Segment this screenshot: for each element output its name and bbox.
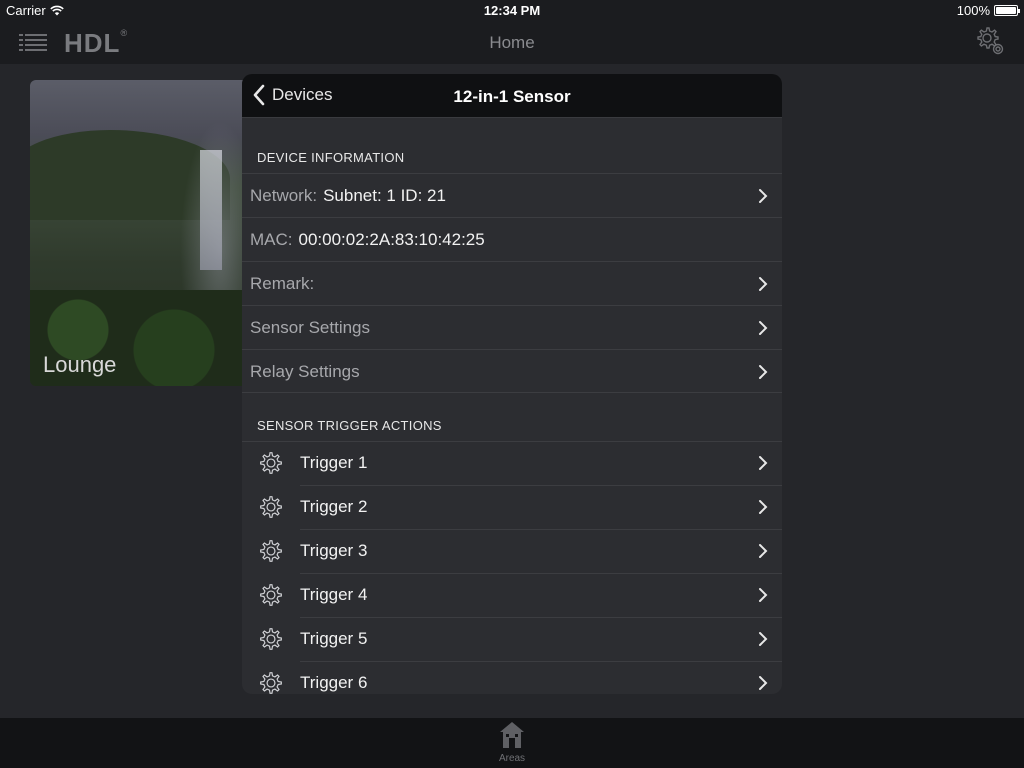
chevron-right-icon [759, 500, 768, 514]
nav-title: Home [489, 33, 535, 52]
section-header-trigger-actions: SENSOR TRIGGER ACTIONS [242, 393, 782, 441]
row-separator [300, 529, 782, 530]
row-separator [300, 661, 782, 662]
room-card-lounge[interactable]: Lounge [30, 80, 270, 386]
trigger-row[interactable]: Trigger 1 [242, 441, 782, 485]
room-image-waterfall [200, 150, 222, 270]
chevron-right-icon [759, 544, 768, 558]
gear-icon [260, 628, 282, 650]
row-separator [300, 485, 782, 486]
network-label-text: Network: [250, 186, 318, 205]
tab-areas-label: Areas [498, 753, 526, 764]
section-header-label: DEVICE INFORMATION [257, 150, 405, 165]
relay-settings-row[interactable]: Relay Settings [242, 349, 782, 393]
chevron-right-icon [759, 365, 768, 379]
trigger-label: Trigger 3 [300, 541, 368, 560]
device-detail-modal: Devices 12-in-1 Sensor DEVICE INFORMATIO… [242, 74, 782, 694]
chevron-right-icon [759, 189, 768, 203]
network-row[interactable]: Network: Subnet: 1 ID: 21 [242, 173, 782, 217]
gear-icon [260, 540, 282, 562]
mac-label-text: MAC: [250, 230, 293, 249]
trigger-list: Trigger 1 Trigger 2 Trigger 3 Trigger 4 Trig… [242, 441, 782, 694]
gear-icon [260, 584, 282, 606]
trigger-row[interactable]: Trigger 3 [242, 529, 782, 573]
settings-gear-icon[interactable] [974, 25, 1006, 57]
trigger-label: Trigger 5 [300, 629, 368, 648]
gear-icon [260, 496, 282, 518]
chevron-right-icon [759, 632, 768, 646]
battery-icon [994, 5, 1020, 16]
trigger-label: Trigger 2 [300, 497, 368, 516]
trigger-label: Trigger 6 [300, 673, 368, 692]
gear-icon [260, 672, 282, 694]
chevron-right-icon [759, 676, 768, 690]
row-separator [300, 617, 782, 618]
gear-icon [260, 452, 282, 474]
row-separator [242, 441, 782, 442]
network-value: Subnet: 1 ID: 21 [323, 186, 446, 205]
network-label: Network: Subnet: 1 ID: 21 [250, 186, 446, 206]
sensor-settings-row[interactable]: Sensor Settings [242, 305, 782, 349]
trigger-label: Trigger 1 [300, 453, 368, 472]
row-separator [300, 573, 782, 574]
chevron-right-icon [759, 321, 768, 335]
modal-title: 12-in-1 Sensor [453, 87, 571, 106]
mac-row: MAC: 00:00:02:2A:83:10:42:25 [242, 217, 782, 261]
remark-label: Remark: [250, 274, 315, 293]
mac-label: MAC: 00:00:02:2A:83:10:42:25 [250, 230, 485, 250]
tab-areas[interactable]: Areas [487, 720, 537, 764]
trigger-row[interactable]: Trigger 6 [242, 661, 782, 694]
room-label: Lounge [43, 352, 117, 377]
trigger-row[interactable]: Trigger 5 [242, 617, 782, 661]
chevron-right-icon [759, 456, 768, 470]
section-header-label: SENSOR TRIGGER ACTIONS [257, 418, 442, 433]
house-icon [500, 722, 524, 748]
chevron-right-icon [759, 588, 768, 602]
mac-value: 00:00:02:2A:83:10:42:25 [298, 230, 485, 249]
trigger-label: Trigger 4 [300, 585, 368, 604]
battery-indicator: 100% [956, 3, 1020, 18]
relay-settings-label: Relay Settings [250, 362, 360, 381]
section-header-device-info: DEVICE INFORMATION [242, 118, 782, 173]
modal-header: Devices 12-in-1 Sensor [242, 74, 782, 118]
chevron-right-icon [759, 277, 768, 291]
trigger-row[interactable]: Trigger 4 [242, 573, 782, 617]
bottom-tab-bar: Areas [0, 718, 1024, 768]
top-nav-bar: HDL® Home [0, 20, 1024, 64]
remark-row[interactable]: Remark: [242, 261, 782, 305]
trigger-row[interactable]: Trigger 2 [242, 485, 782, 529]
status-time: 12:34 PM [483, 3, 541, 18]
status-bar: Carrier 12:34 PM 100% [0, 0, 1024, 20]
sensor-settings-label: Sensor Settings [250, 318, 371, 337]
battery-percent: 100% [956, 3, 990, 18]
